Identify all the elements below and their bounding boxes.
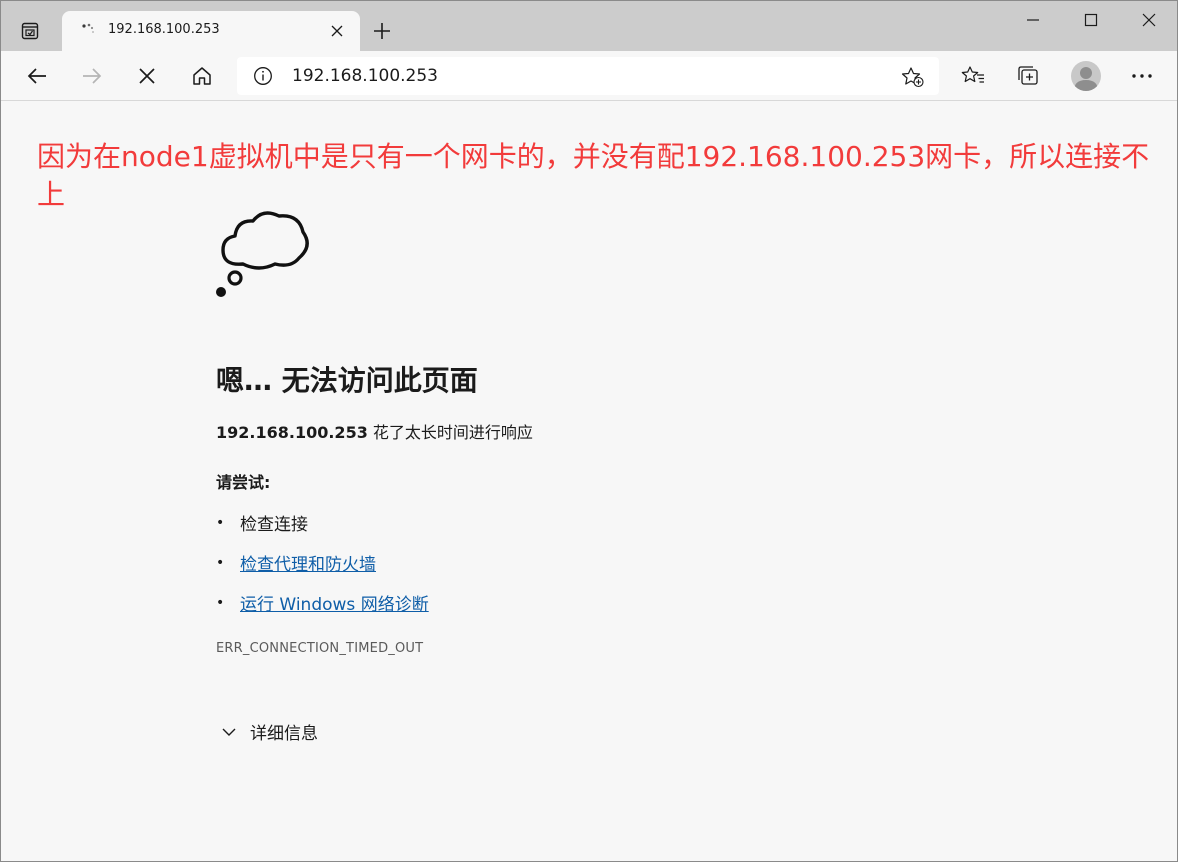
- error-code: ERR_CONNECTION_TIMED_OUT: [216, 641, 424, 656]
- more-button[interactable]: [1126, 60, 1158, 92]
- details-toggle[interactable]: 详细信息: [220, 719, 318, 744]
- profile-avatar[interactable]: [1071, 61, 1101, 91]
- red-annotation-text: 因为在node1虚拟机中是只有一个网卡的，并没有配192.168.100.253…: [37, 140, 1150, 211]
- collections-icon: [1018, 66, 1038, 85]
- bullet: •: [216, 594, 225, 611]
- stop-button[interactable]: [131, 60, 163, 92]
- close-icon: [331, 25, 343, 37]
- minimize-button[interactable]: [1013, 5, 1053, 35]
- back-arrow-icon: [27, 68, 46, 84]
- toolbar: 192.168.100.253: [1, 51, 1177, 101]
- tab-strip: 192.168.100.253: [1, 1, 1177, 51]
- new-tab-button[interactable]: [369, 18, 395, 44]
- link-run-network-diagnostics[interactable]: 运行 Windows 网络诊断: [240, 590, 429, 615]
- forward-arrow-icon: [83, 68, 102, 84]
- maximize-icon: [1084, 13, 1098, 27]
- error-host: 192.168.100.253: [216, 423, 368, 442]
- address-bar[interactable]: 192.168.100.253: [237, 57, 939, 95]
- more-icon: [1132, 74, 1152, 78]
- back-button[interactable]: [21, 60, 53, 92]
- error-description: 192.168.100.253 花了太长时间进行响应: [216, 419, 533, 443]
- stop-icon: [139, 68, 155, 84]
- bullet: •: [216, 514, 225, 531]
- details-label: 详细信息: [250, 724, 318, 744]
- tab-active[interactable]: 192.168.100.253: [62, 11, 360, 51]
- profile-icon: [1074, 67, 1098, 91]
- error-title: 嗯… 无法访问此页面: [216, 364, 478, 397]
- collections-button[interactable]: [1012, 60, 1044, 92]
- address-url[interactable]: 192.168.100.253: [292, 66, 438, 86]
- bullet: •: [216, 554, 225, 571]
- favorites-button[interactable]: [957, 60, 989, 92]
- link-check-proxy-firewall[interactable]: 检查代理和防火墙: [240, 550, 376, 575]
- chevron-down-icon: [222, 728, 236, 736]
- tab-actions-icon: [21, 22, 39, 40]
- close-window-button[interactable]: [1129, 5, 1169, 35]
- tab-actions-button[interactable]: [15, 16, 45, 46]
- error-description-text: 花了太长时间进行响应: [367, 423, 533, 442]
- try-label: 请尝试:: [216, 473, 271, 492]
- plus-icon: [374, 23, 390, 39]
- forward-button[interactable]: [76, 60, 108, 92]
- info-icon[interactable]: [253, 66, 273, 86]
- home-button[interactable]: [186, 60, 218, 92]
- loading-spinner-icon: [82, 23, 94, 33]
- thought-cloud-icon: [216, 211, 309, 297]
- favorites-icon: [961, 66, 984, 83]
- maximize-button[interactable]: [1071, 5, 1111, 35]
- browser-window: 192.168.100.253 192.168.100.253 因为在node1…: [0, 0, 1178, 862]
- suggestion-item: • 运行 Windows 网络诊断: [216, 590, 429, 616]
- minimize-icon: [1027, 19, 1039, 21]
- suggestion-check-connection: 检查连接: [240, 515, 308, 535]
- add-favorite-icon[interactable]: [901, 66, 925, 88]
- home-icon: [193, 67, 211, 85]
- close-icon: [1142, 13, 1156, 27]
- suggestion-item: • 检查连接: [216, 510, 308, 536]
- suggestion-item: • 检查代理和防火墙: [216, 550, 376, 576]
- tab-title: 192.168.100.253: [108, 22, 220, 37]
- tab-close-button[interactable]: [328, 22, 346, 40]
